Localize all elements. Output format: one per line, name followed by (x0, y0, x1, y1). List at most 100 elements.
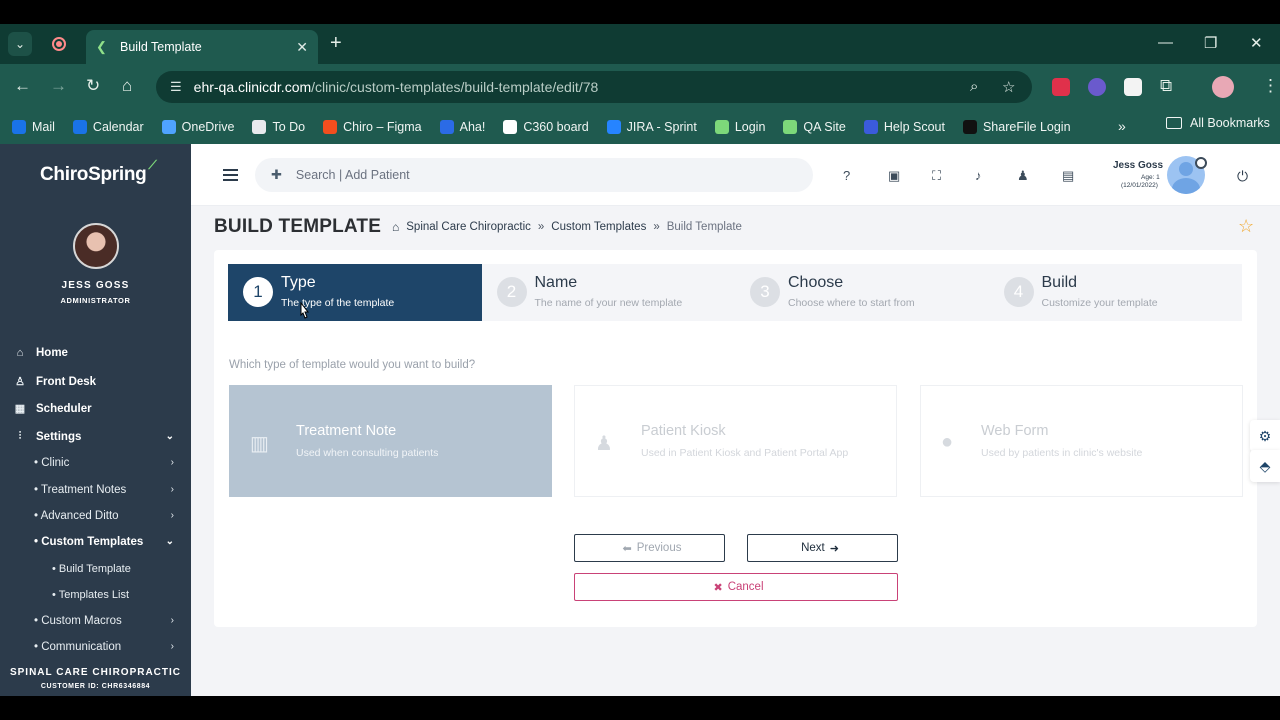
bookmark-item[interactable]: C360 board (503, 120, 589, 134)
bookmark-label: Help Scout (883, 120, 945, 134)
bookmark-label: OneDrive (181, 120, 235, 134)
url-host: ehr-qa.clinicdr.com (193, 79, 312, 95)
fullscreen-icon[interactable]: ⛶ (932, 168, 941, 184)
next-label: Next (801, 542, 825, 554)
users-icon[interactable]: ♟ (1017, 168, 1029, 184)
logo-text: ChiroSpring (40, 164, 147, 185)
home-icon[interactable]: ⌂ (392, 220, 399, 234)
help-icon[interactable]: ? (843, 168, 850, 183)
previous-label: Previous (636, 542, 682, 554)
step-choose[interactable]: 3 Choose Choose where to start from (735, 264, 989, 321)
sliders-icon: ⫶ (18, 430, 22, 442)
step-title: Type (281, 274, 316, 291)
menu-toggle-icon[interactable] (223, 169, 238, 181)
letterbox-bottom (0, 696, 1280, 720)
sidebar-item-treatment-notes[interactable]: • Treatment Notes › (34, 484, 174, 496)
step-name[interactable]: 2 Name The name of your new template (482, 264, 736, 321)
sidebar-item-home[interactable]: ⌂ Home (14, 347, 68, 359)
record-icon[interactable] (52, 37, 66, 51)
bookmark-item[interactable]: Calendar (72, 120, 144, 134)
bookmark-item[interactable]: Login (714, 120, 765, 134)
home-icon: ⌂ (16, 347, 24, 359)
profile-avatar[interactable] (1212, 76, 1234, 98)
sidebar-user-role: ADMINISTRATOR (60, 296, 131, 305)
minimize-icon[interactable]: — (1158, 34, 1173, 51)
sidebar-avatar[interactable] (73, 223, 119, 269)
bell-icon[interactable]: ♪ (975, 168, 982, 183)
option-treatment-note[interactable]: ▥ Treatment Note Used when consulting pa… (229, 385, 552, 497)
step-type[interactable]: 1 Type The type of the template (228, 264, 482, 321)
all-bookmarks-button[interactable]: All Bookmarks (1166, 116, 1270, 130)
extension-icon[interactable] (1052, 78, 1070, 96)
breadcrumb-item[interactable]: Spinal Care Chiropractic (406, 221, 531, 233)
home-icon[interactable]: ⌂ (122, 76, 132, 96)
forward-icon[interactable]: → (50, 76, 67, 96)
bookmark-item[interactable]: Mail (12, 120, 55, 134)
cancel-button[interactable]: ✖ Cancel (574, 573, 898, 601)
settings-gear-float-icon[interactable]: ⚙ (1250, 420, 1280, 452)
sidebar-item-settings[interactable]: ⫶ Settings ⌄ (14, 430, 174, 443)
option-patient-kiosk[interactable]: ♟ Patient Kiosk Used in Patient Kiosk an… (574, 385, 897, 497)
float-action-icon[interactable]: ⬘ (1250, 450, 1280, 482)
extensions-puzzle-icon[interactable]: ⧉ (1160, 76, 1172, 96)
close-tab-icon[interactable]: ✕ (296, 39, 308, 56)
sidebar-item-label: • Communication (34, 641, 122, 653)
app-logo[interactable]: ChiroSpring ⟋ (40, 158, 157, 186)
sidebar-item-advanced-ditto[interactable]: • Advanced Ditto › (34, 510, 174, 522)
document-icon[interactable]: ▤ (1062, 168, 1074, 184)
topbar-user-name: Jess Goss (1113, 160, 1164, 171)
site-info-icon[interactable]: ☰ (170, 79, 182, 95)
gift-icon[interactable]: ▣ (888, 168, 900, 184)
more-bookmarks-icon[interactable]: » (1118, 118, 1126, 134)
sidebar-item-templates-list[interactable]: • Templates List (52, 589, 129, 601)
user-plus-icon[interactable]: ✚ (271, 167, 282, 183)
restore-icon[interactable]: ❐ (1204, 34, 1217, 52)
bookmark-item[interactable]: OneDrive (161, 120, 235, 134)
extension-icon[interactable] (1088, 78, 1106, 96)
bookmark-item[interactable]: QA Site (783, 120, 846, 134)
step-description: Choose where to start from (788, 297, 915, 309)
sidebar-item-custom-templates[interactable]: • Custom Templates ⌄ (34, 536, 174, 548)
bookmark-label: Calendar (92, 120, 144, 134)
sidebar-item-clinic[interactable]: • Clinic › (34, 457, 174, 469)
bookmark-favicon-icon (503, 120, 518, 134)
bookmark-item[interactable]: Chiro – Figma (323, 120, 422, 134)
step-build[interactable]: 4 Build Customize your template (989, 264, 1243, 321)
bookmark-item[interactable]: ShareFile Login (962, 120, 1071, 134)
extension-icon[interactable] (1124, 78, 1142, 96)
power-icon[interactable]: ⏻ (1237, 168, 1248, 185)
browser-menu-icon[interactable]: ⋮ (1262, 76, 1279, 96)
bookmark-favicon-icon (72, 120, 87, 134)
browser-tab-active[interactable]: ❮ Build Template ✕ (86, 30, 318, 64)
window-close-icon[interactable]: ✕ (1250, 34, 1263, 52)
reload-icon[interactable]: ↻ (86, 76, 100, 96)
new-tab-icon[interactable]: + (330, 32, 342, 55)
sidebar-item-scheduler[interactable]: ▦ Scheduler (14, 402, 92, 416)
next-button[interactable]: Next ➜ (747, 534, 898, 562)
sidebar-item-build-template[interactable]: • Build Template (52, 563, 131, 575)
option-title: Web Form (981, 423, 1049, 439)
bookmark-item[interactable]: JIRA - Sprint (606, 120, 697, 134)
cancel-label: Cancel (727, 581, 764, 593)
step-number: 4 (1003, 277, 1034, 307)
option-web-form[interactable]: ● Web Form Used by patients in clinic's … (920, 385, 1243, 497)
zoom-search-icon[interactable]: ⌕ (970, 78, 978, 95)
favorite-star-icon[interactable]: ☆ (1238, 216, 1254, 237)
bookmark-item[interactable]: Aha! (439, 120, 485, 134)
sidebar-item-front-desk[interactable]: ♙ Front Desk (14, 375, 96, 389)
chevron-down-icon: ⌄ (165, 536, 174, 547)
sidebar-item-communication[interactable]: • Communication › (34, 641, 174, 653)
previous-button[interactable]: ⬅ Previous (574, 534, 725, 562)
bookmark-star-icon[interactable]: ☆ (1002, 78, 1015, 96)
search-input[interactable] (295, 168, 776, 182)
sidebar-item-custom-macros[interactable]: • Custom Macros › (34, 615, 174, 627)
back-icon[interactable]: ← (14, 76, 31, 96)
sidebar-item-label: • Treatment Notes (34, 484, 127, 496)
breadcrumb-item[interactable]: Custom Templates (551, 221, 646, 233)
bookmark-item[interactable]: Help Scout (863, 120, 945, 134)
address-bar[interactable]: ☰ ehr-qa.clinicdr.com/clinic/custom-temp… (156, 71, 1032, 103)
bookmark-favicon-icon (962, 120, 977, 134)
arrow-left-icon: ⬅ (622, 542, 632, 555)
bookmark-item[interactable]: To Do (252, 120, 305, 134)
tab-search-chevron-icon[interactable]: ⌄ (8, 32, 32, 56)
